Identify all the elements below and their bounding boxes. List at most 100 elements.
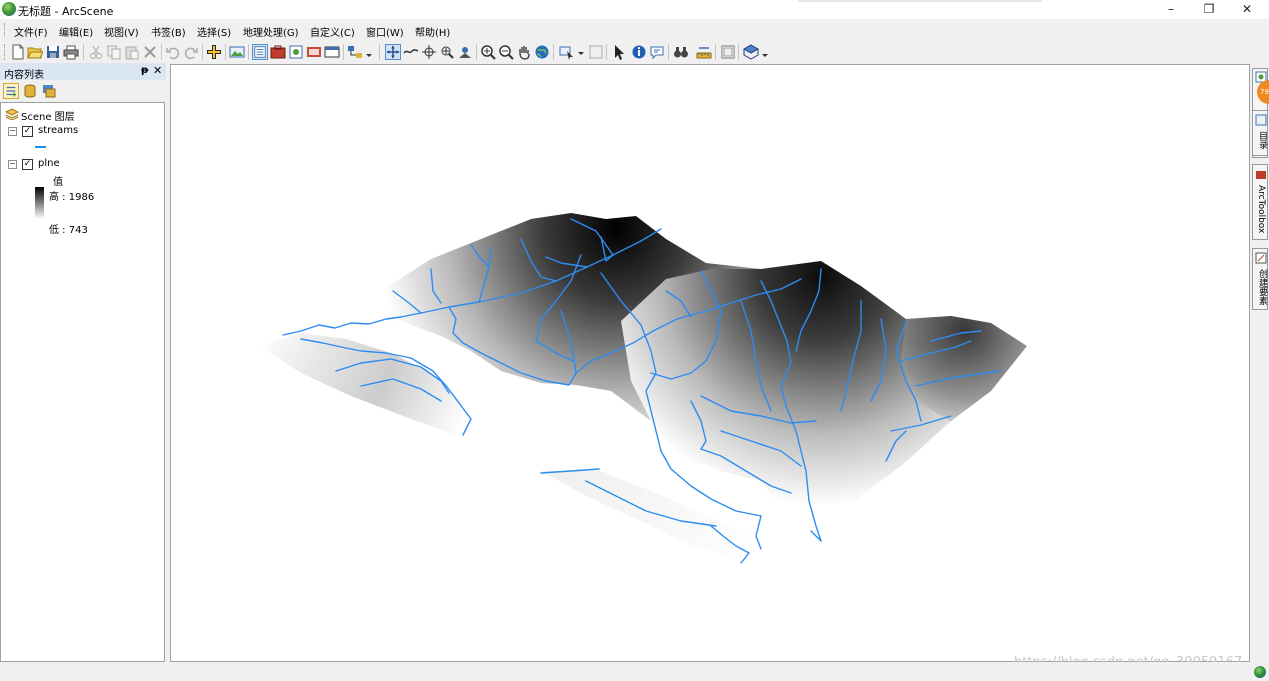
status-bar bbox=[0, 662, 1269, 681]
legend-low-value: 低 : 743 bbox=[49, 225, 88, 236]
zoom-out-icon[interactable] bbox=[498, 44, 514, 60]
toolbar-separator bbox=[553, 44, 554, 60]
select-elements-icon[interactable] bbox=[611, 44, 627, 60]
standard-toolbar bbox=[0, 41, 1269, 63]
animation-icon[interactable] bbox=[720, 44, 736, 60]
background-window-strip bbox=[798, 0, 1042, 2]
list-by-source-icon[interactable] bbox=[22, 83, 38, 99]
delete-icon[interactable] bbox=[142, 44, 158, 60]
undo-icon[interactable] bbox=[165, 44, 181, 60]
clear-selection-icon[interactable] bbox=[588, 44, 604, 60]
streams-line-symbol[interactable] bbox=[35, 146, 46, 148]
plne-visibility-checkbox[interactable]: ✓ bbox=[22, 159, 33, 170]
menu-geoprocessing[interactable]: 地理处理(G) bbox=[243, 24, 299, 39]
dropdown-arrow-icon[interactable] bbox=[576, 44, 586, 60]
find-icon[interactable] bbox=[673, 44, 689, 60]
toolbar-separator bbox=[343, 44, 344, 60]
menu-view[interactable]: 视图(V) bbox=[104, 24, 139, 39]
set-observer-icon[interactable] bbox=[457, 44, 473, 60]
legend-high-value: 高 : 1986 bbox=[49, 192, 95, 203]
menu-grip[interactable] bbox=[4, 23, 7, 37]
save-icon[interactable] bbox=[45, 44, 61, 60]
toolbar-separator bbox=[379, 44, 380, 60]
3d-effects-icon[interactable] bbox=[347, 44, 363, 60]
add-data-icon[interactable] bbox=[206, 44, 222, 60]
dock-label-create-features: 创建要素 bbox=[1257, 269, 1267, 305]
measure-icon[interactable] bbox=[696, 44, 712, 60]
terrain-3d-render[interactable] bbox=[171, 65, 1250, 662]
toc-window-icon[interactable] bbox=[252, 44, 268, 60]
scene-layer-3d-icon[interactable] bbox=[743, 44, 759, 60]
menu-file[interactable]: 文件(F) bbox=[14, 24, 48, 39]
window-title: 无标题 - ArcScene bbox=[18, 5, 114, 18]
copy-icon[interactable] bbox=[106, 44, 122, 60]
cut-icon[interactable] bbox=[88, 44, 104, 60]
collapse-plne-button[interactable]: − bbox=[8, 160, 17, 169]
python-icon[interactable] bbox=[324, 44, 340, 60]
catalog-icon[interactable] bbox=[288, 44, 304, 60]
arctoolbox-icon bbox=[1256, 171, 1266, 179]
close-window-button[interactable]: ✕ bbox=[1228, 0, 1266, 19]
search-window-icon[interactable] bbox=[306, 44, 322, 60]
zoom-to-target-icon[interactable] bbox=[439, 44, 455, 60]
menu-bar: 文件(F) 编辑(E) 视图(V) 书签(B) 选择(S) 地理处理(G) 自定… bbox=[0, 19, 1269, 41]
arctoolbox-icon[interactable] bbox=[270, 44, 286, 60]
menu-windows[interactable]: 窗口(W) bbox=[366, 24, 404, 39]
toolbar-separator bbox=[83, 44, 84, 60]
dropdown-arrow-icon[interactable] bbox=[364, 44, 374, 60]
table-of-contents-panel: 内容列表 ᵽ ✕ Scene 图层 − ✓ streams − ✓ plne 值… bbox=[0, 63, 166, 663]
scene-view[interactable] bbox=[170, 64, 1250, 662]
toolbar-grip[interactable] bbox=[4, 44, 7, 60]
arcscene-globe-icon bbox=[2, 2, 16, 16]
menu-selection[interactable]: 选择(S) bbox=[197, 24, 231, 39]
scene-layers-icon bbox=[5, 108, 19, 120]
maximize-button[interactable]: ❐ bbox=[1190, 0, 1228, 19]
legend-value-heading: 值 bbox=[53, 177, 63, 188]
dock-tab-arctoolbox[interactable]: ArcToolbox bbox=[1252, 164, 1268, 240]
toolbar-separator bbox=[738, 44, 739, 60]
menu-help[interactable]: 帮助(H) bbox=[415, 24, 450, 39]
fly-icon[interactable] bbox=[403, 44, 419, 60]
paste-icon[interactable] bbox=[124, 44, 140, 60]
scene-layers-group[interactable]: Scene 图层 bbox=[21, 108, 75, 123]
select-features-icon[interactable] bbox=[559, 44, 575, 60]
toolbar-separator bbox=[225, 44, 226, 60]
toolbar-separator bbox=[606, 44, 607, 60]
menu-customize[interactable]: 自定义(C) bbox=[310, 24, 355, 39]
pan-icon[interactable] bbox=[516, 44, 532, 60]
minimize-button[interactable]: – bbox=[1152, 0, 1190, 19]
toc-close-button[interactable]: ✕ bbox=[153, 64, 162, 77]
new-document-icon[interactable] bbox=[10, 44, 26, 60]
list-by-visibility-icon[interactable] bbox=[41, 83, 57, 99]
layer-name-plne[interactable]: plne bbox=[38, 158, 60, 169]
toc-title: 内容列表 bbox=[4, 70, 44, 81]
collapse-streams-button[interactable]: − bbox=[8, 127, 17, 136]
dock-label-catalog: 目录 bbox=[1257, 131, 1267, 149]
print-icon[interactable] bbox=[63, 44, 79, 60]
title-bar: 无标题 - ArcScene – ❐ ✕ bbox=[0, 0, 1269, 19]
center-target-icon[interactable] bbox=[421, 44, 437, 60]
open-folder-icon[interactable] bbox=[27, 44, 43, 60]
dropdown-arrow-icon[interactable] bbox=[760, 44, 770, 60]
auto-hide-pin-button[interactable]: ᵽ bbox=[141, 65, 148, 76]
zoom-in-icon[interactable] bbox=[480, 44, 496, 60]
toolbar-separator bbox=[161, 44, 162, 60]
toc-tree: Scene 图层 − ✓ streams − ✓ plne 值 高 : 1986… bbox=[0, 102, 165, 662]
menu-edit[interactable]: 编辑(E) bbox=[59, 24, 93, 39]
scene-properties-icon[interactable] bbox=[229, 44, 245, 60]
html-popup-icon[interactable] bbox=[649, 44, 665, 60]
navigate-icon[interactable] bbox=[385, 44, 401, 60]
layer-name-streams[interactable]: streams bbox=[38, 125, 78, 136]
list-by-drawing-order-icon[interactable] bbox=[3, 83, 19, 99]
full-extent-icon[interactable] bbox=[534, 44, 550, 60]
redo-icon[interactable] bbox=[183, 44, 199, 60]
dock-tab-catalog-label[interactable]: 目录 bbox=[1252, 110, 1268, 156]
elevation-ramp-swatch[interactable] bbox=[35, 187, 44, 219]
identify-icon[interactable] bbox=[631, 44, 647, 60]
streams-visibility-checkbox[interactable]: ✓ bbox=[22, 126, 33, 137]
menu-bookmarks[interactable]: 书签(B) bbox=[151, 24, 186, 39]
network-globe-icon[interactable] bbox=[1254, 666, 1266, 678]
toc-tab-bar bbox=[0, 80, 166, 102]
dock-tab-create-features[interactable]: 创建要素 bbox=[1252, 248, 1268, 310]
toolbar-separator bbox=[715, 44, 716, 60]
